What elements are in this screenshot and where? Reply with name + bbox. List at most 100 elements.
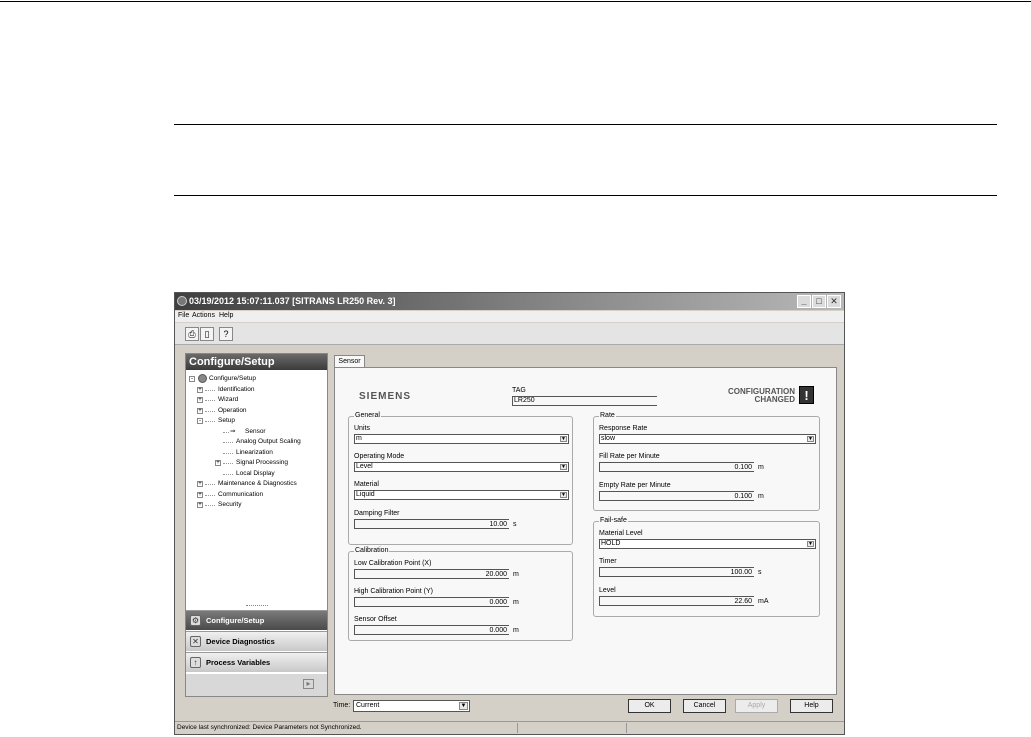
- sensor-panel: SIEMENS TAG LR250 CONFIGURATION CHANGED …: [334, 367, 837, 695]
- dropdown-arrow-icon: ▼: [560, 464, 567, 470]
- units-select[interactable]: m ▼: [354, 434, 569, 444]
- high-calibration-label: High Calibration Point (Y): [354, 588, 433, 595]
- tree-connector: [205, 421, 215, 422]
- tree-item-label: Analog Output Scaling: [236, 438, 301, 445]
- menu-help[interactable]: Help: [219, 312, 233, 319]
- toolbar: ⎙ ▯ ?: [175, 323, 844, 345]
- fill-rate-unit: m: [758, 464, 764, 471]
- expand-icon[interactable]: +: [197, 491, 203, 498]
- app-window: 03/19/2012 15:07:11.037 [SITRANS LR250 R…: [174, 292, 845, 735]
- low-calibration-field[interactable]: 20.000: [354, 569, 509, 579]
- time-select[interactable]: Current ▼: [353, 700, 470, 712]
- expand-icon[interactable]: +: [197, 397, 203, 403]
- expand-icon[interactable]: +: [197, 386, 203, 393]
- tree-connector: [223, 442, 233, 443]
- cancel-button[interactable]: Cancel: [683, 699, 726, 713]
- dropdown-arrow-icon: ▼: [807, 436, 814, 442]
- context-help-icon[interactable]: ?: [219, 327, 233, 341]
- tree-item-label: Communication: [218, 490, 264, 498]
- empty-rate-label: Empty Rate per Minute: [599, 482, 671, 489]
- expand-icon[interactable]: +: [197, 502, 203, 508]
- nav-header: Configure/Setup: [186, 354, 327, 370]
- help-button[interactable]: Help: [790, 699, 833, 713]
- tree-item[interactable]: - Setup: [189, 416, 327, 427]
- sensor-offset-field[interactable]: 0.000: [354, 625, 509, 635]
- tag-label: TAG: [512, 387, 526, 394]
- app-icon: [177, 296, 187, 306]
- level-label: Level: [599, 587, 616, 594]
- menu-actions[interactable]: Actions: [192, 312, 215, 319]
- status-divider: [517, 723, 518, 733]
- units-label: Units: [354, 425, 370, 432]
- material-level-select[interactable]: HOLD ▼: [599, 539, 816, 549]
- response-rate-select[interactable]: slow ▼: [599, 434, 816, 444]
- fill-rate-field[interactable]: 0.100: [599, 462, 754, 472]
- tree-item[interactable]: Analog Output Scaling: [189, 437, 327, 448]
- nav-section-device-diagnostics[interactable]: ✕ Device Diagnostics: [186, 631, 327, 651]
- damping-filter-unit: s: [513, 521, 517, 528]
- collapse-icon[interactable]: -: [197, 418, 203, 424]
- configure-icon: ⚙: [190, 615, 201, 626]
- expand-icon[interactable]: +: [197, 407, 203, 414]
- fill-rate-label: Fill Rate per Minute: [599, 453, 660, 460]
- tree-connector: [205, 400, 215, 401]
- tree-item[interactable]: + Identification: [189, 385, 327, 396]
- sensor-offset-unit: m: [513, 627, 519, 634]
- ok-button[interactable]: OK: [628, 699, 671, 713]
- apply-button[interactable]: Apply: [735, 699, 778, 713]
- tree-item[interactable]: + Security: [189, 500, 327, 511]
- damping-filter-field[interactable]: 10.00: [354, 519, 509, 529]
- damping-filter-label: Damping Filter: [354, 510, 400, 517]
- tree-connector: [205, 410, 215, 412]
- configure-icon: [198, 374, 207, 383]
- title-bar[interactable]: 03/19/2012 15:07:11.037 [SITRANS LR250 R…: [175, 293, 844, 310]
- collapse-icon[interactable]: -: [189, 376, 195, 382]
- tree-item[interactable]: + Wizard: [189, 395, 327, 406]
- expand-icon[interactable]: +: [215, 460, 221, 466]
- page-top-rule: [0, 1, 1031, 2]
- preview-icon[interactable]: ▯: [200, 327, 214, 341]
- nav-footer: ▸: [186, 674, 327, 696]
- operating-mode-select[interactable]: Level ▼: [354, 462, 569, 472]
- splitter-grip[interactable]: [246, 605, 268, 607]
- tree-item[interactable]: - Configure/Setup: [189, 374, 327, 385]
- high-calibration-field[interactable]: 0.000: [354, 597, 509, 607]
- configuration-changed-text: CONFIGURATION CHANGED: [728, 387, 795, 404]
- close-button[interactable]: ✕: [827, 295, 841, 308]
- print-icon[interactable]: ⎙: [185, 327, 199, 341]
- menu-file[interactable]: File: [178, 312, 189, 319]
- configure-buttons-icon[interactable]: ▸: [303, 679, 314, 689]
- page-rule-lower: [174, 195, 997, 196]
- expand-icon[interactable]: +: [197, 481, 203, 487]
- status-divider: [626, 723, 627, 733]
- warning-icon: !: [799, 386, 814, 404]
- maximize-button[interactable]: □: [812, 295, 826, 308]
- tree-item[interactable]: Local Display: [189, 469, 327, 480]
- material-level-label: Material Level: [599, 530, 643, 537]
- tree-connector: [223, 452, 233, 454]
- timer-field[interactable]: 100.00: [599, 567, 754, 577]
- diagnostics-icon: ✕: [190, 636, 201, 647]
- tree-item-label: Signal Processing: [236, 459, 289, 466]
- general-group: General Units m ▼ Operating Mode Level ▼ M…: [348, 412, 573, 545]
- nav-section-process-variables[interactable]: ↑ Process Variables: [186, 652, 327, 672]
- tree-item-label: Security: [218, 501, 242, 508]
- level-field[interactable]: 22.60: [599, 596, 754, 606]
- tree-item[interactable]: + Communication: [189, 490, 327, 501]
- empty-rate-field[interactable]: 0.100: [599, 491, 754, 501]
- siemens-logo: SIEMENS: [359, 391, 412, 402]
- minimize-button[interactable]: _: [797, 295, 811, 308]
- tree-item[interactable]: + Maintenance & Diagnostics: [189, 479, 327, 490]
- empty-rate-unit: m: [758, 493, 764, 500]
- tree-connector: [205, 505, 215, 506]
- material-select[interactable]: Liquid ▼: [354, 490, 569, 500]
- tree-item[interactable]: Sensor ⇒: [189, 427, 327, 438]
- tree-item-label: Maintenance & Diagnostics: [218, 480, 297, 487]
- tree-item[interactable]: + Operation: [189, 406, 327, 417]
- nav-tree: - Configure/Setup + Identification + Wizard + O…: [189, 374, 327, 511]
- tree-item[interactable]: Linearization: [189, 448, 327, 459]
- tree-item[interactable]: + Signal Processing: [189, 458, 327, 469]
- sensor-offset-label: Sensor Offset: [354, 616, 397, 623]
- nav-section-configure-setup[interactable]: ⚙ Configure/Setup: [186, 610, 327, 630]
- tree-connector: [223, 431, 229, 433]
